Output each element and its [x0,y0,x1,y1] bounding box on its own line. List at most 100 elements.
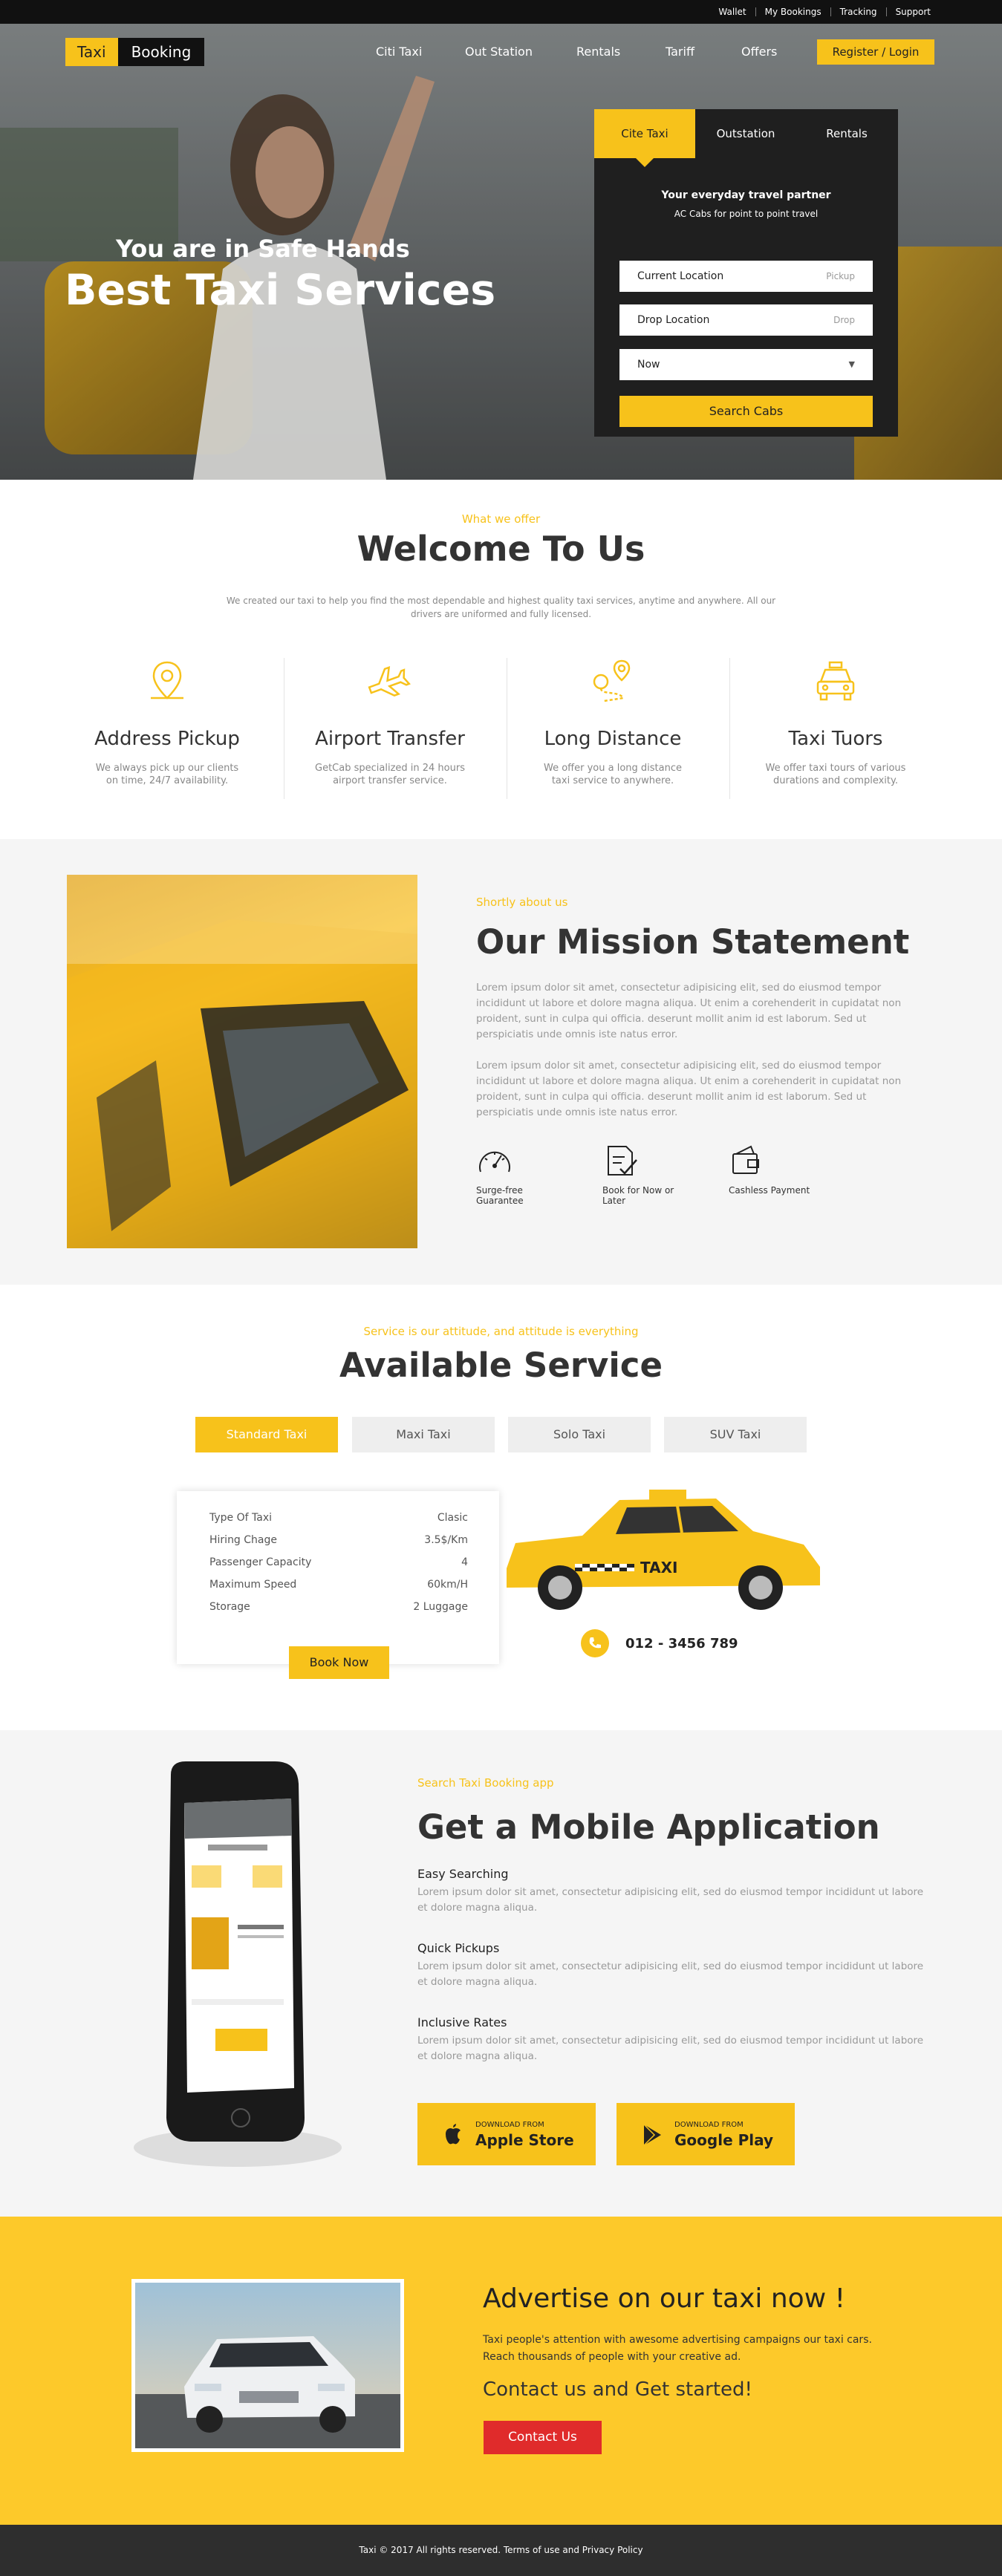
support-link[interactable]: Support [885,7,940,16]
app-feature-title: Quick Pickups [417,1941,500,1955]
active-tab-caret [636,158,654,167]
store-small-text: DOWNLOAD FROM [674,2121,744,2129]
tab-standard-taxi[interactable]: Standard Taxi [195,1417,338,1452]
advertise-section: Advertise on our taxi now ! Taxi people'… [0,2217,1002,2525]
spec-row: Hiring Chage 3.5$/Km [209,1534,468,1546]
feature-address-pickup: Address Pickup We always pick up our cli… [56,658,279,799]
feature-desc: We offer taxi tours of various durations… [765,763,906,786]
current-location-value: Current Location [637,270,724,282]
feature-desc: We offer you a long distance taxi servic… [544,763,682,786]
route-icon [593,659,631,702]
spec-label: Storage [209,1601,250,1613]
site-logo[interactable]: Taxi Booking [65,38,205,66]
top-links: Wallet My Bookings Tracking Support [709,0,940,24]
store-name: Apple Store [475,2131,574,2149]
suv-illustration [135,2283,400,2448]
spec-label: Passenger Capacity [209,1556,312,1568]
tab-solo-taxi[interactable]: Solo Taxi [508,1417,651,1452]
phone-icon [581,1629,609,1657]
advertise-cta-text: Contact us and Get started! [483,2378,752,2401]
app-feature-desc: Lorem ipsum dolor sit amet, consectetur … [417,1960,924,1988]
mission-paragraph-1: Lorem ipsum dolor sit amet, consectetur … [476,982,902,1040]
feature-long-distance: Long Distance We offer you a long distan… [501,658,724,799]
feature-title: Long Distance [544,728,682,750]
feature-title: Address Pickup [94,728,240,750]
tab-suv-taxi[interactable]: SUV Taxi [664,1417,807,1452]
advertise-text: Taxi people's attention with awesome adv… [483,2334,872,2363]
nav-offers[interactable]: Offers [741,45,777,59]
airplane-icon [368,665,411,697]
tab-outstation[interactable]: Outstation [695,109,796,158]
nav-tariff[interactable]: Tariff [666,45,694,59]
booking-panel: Cite Taxi Outstation Rentals Your everyd… [594,109,898,437]
feature-desc: GetCab specialized in 24 hours airport t… [315,763,465,786]
tab-rentals[interactable]: Rentals [796,109,897,158]
mission-section: Shortly about us Our Mission Statement L… [0,839,1002,1285]
apple-store-button[interactable]: DOWNLOAD FROM Apple Store [417,2103,596,2165]
nav-citi-taxi[interactable]: Citi Taxi [376,45,422,59]
hero-section: Taxi Booking Citi Taxi Out Station Renta… [0,24,1002,480]
wallet-link[interactable]: Wallet [709,7,755,16]
contact-us-button[interactable]: Contact Us [484,2421,602,2454]
nav-rentals[interactable]: Rentals [576,45,620,59]
location-pin-icon [151,661,183,700]
google-play-button[interactable]: DOWNLOAD FROM Google Play [617,2103,795,2165]
welcome-text: We created our taxi to help you find the… [226,596,776,619]
drop-hint: Drop [833,315,855,325]
store-name: Google Play [674,2131,774,2149]
feature-title: Taxi Tuors [788,728,883,750]
drop-location-value: Drop Location [637,314,710,326]
spec-row: Maximum Speed 60km/H [209,1579,468,1591]
book-now-button[interactable]: Book Now [289,1646,389,1679]
app-feature-desc: Lorem ipsum dolor sit amet, consectetur … [417,2035,924,2062]
spec-row: Type Of Taxi Clasic [209,1512,468,1524]
app-feature-title: Easy Searching [417,1867,509,1881]
time-select-value: Now [637,359,660,371]
speedometer-icon [479,1151,510,1173]
mission-feature-surge-free: Surge-free Guarantee [476,1144,565,1206]
phone-number[interactable]: 012 - 3456 789 [625,1636,738,1651]
logo-taxi-text: Taxi [65,38,118,66]
pickup-hint: Pickup [826,271,855,281]
tab-maxi-taxi[interactable]: Maxi Taxi [352,1417,495,1452]
footer-text: Taxi © 2017 All rights reserved. Terms o… [359,2545,643,2555]
logo-booking-text: Booking [117,38,205,66]
feature-desc: We always pick up our clients on time, 2… [95,763,239,786]
suv-photo [131,2279,404,2452]
google-play-icon [643,2124,661,2146]
top-bar: Wallet My Bookings Tracking Support [0,0,1002,24]
mission-feature-book: Book for Now or Later [602,1144,692,1206]
spec-label: Maximum Speed [209,1579,297,1591]
welcome-title: Welcome To Us [357,529,645,569]
spec-row: Passenger Capacity 4 [209,1556,468,1568]
drop-location-input[interactable]: Drop Location Drop [619,304,873,336]
spec-value: 60km/H [427,1579,468,1591]
checklist-icon [608,1146,637,1175]
tab-cite-taxi[interactable]: Cite Taxi [594,109,695,158]
nav-out-station[interactable]: Out Station [465,45,533,59]
app-kicker: Search Taxi Booking app [417,1776,554,1790]
mission-feature-label: Book for Now or Later [602,1185,674,1206]
spec-value: Clasic [437,1512,468,1524]
footer: Taxi © 2017 All rights reserved. Terms o… [0,2525,1002,2576]
app-title: Get a Mobile Application [417,1807,880,1847]
app-feature-title: Inclusive Rates [417,2015,507,2029]
register-login-button[interactable]: Register / Login [817,39,934,65]
services-section: Service is our attitude, and attitude is… [0,1285,1002,1730]
taxi-sign-text: TAXI [640,1559,677,1576]
mission-kicker: Shortly about us [476,896,568,909]
time-select[interactable]: Now ▼ [619,349,873,380]
feature-airport-transfer: Airport Transfer GetCab specialized in 2… [279,658,501,799]
taxi-spec-card: Type Of Taxi Clasic Hiring Chage 3.5$/Km… [177,1491,499,1664]
my-bookings-link[interactable]: My Bookings [755,7,830,16]
mission-feature-label: Surge-free Guarantee [476,1185,524,1206]
search-cabs-button[interactable]: Search Cabs [619,396,873,427]
welcome-kicker: What we offer [461,512,541,526]
caret-down-icon: ▼ [848,359,855,369]
welcome-section: What we offer Welcome To Us We created o… [0,480,1002,839]
tracking-link[interactable]: Tracking [830,7,886,16]
spec-value: 3.5$/Km [424,1534,468,1546]
spec-label: Type Of Taxi [209,1512,272,1524]
current-location-input[interactable]: Current Location Pickup [619,261,873,292]
wallet-icon [732,1145,759,1174]
